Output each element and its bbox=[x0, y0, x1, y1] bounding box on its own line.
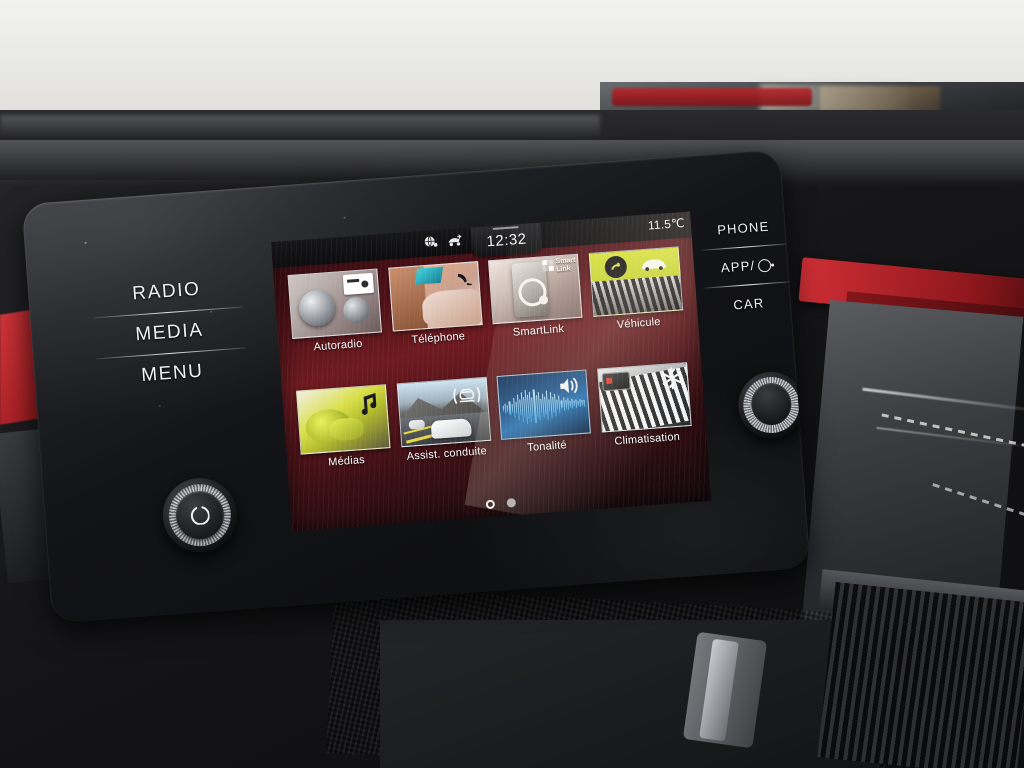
app-voice-button[interactable]: APP/ bbox=[720, 246, 773, 287]
dashboard-highlight-secondary bbox=[0, 115, 600, 139]
smartlink-icon: Smart Link bbox=[542, 257, 576, 274]
tile-climatisation[interactable]: Climatisation bbox=[595, 362, 697, 481]
home-tile-grid: Autoradio Téléphone Smart Link SmartLink… bbox=[281, 242, 701, 503]
center-console bbox=[380, 620, 880, 768]
tile-label: Autoradio bbox=[313, 337, 363, 354]
voice-circle-icon bbox=[757, 258, 772, 273]
tile-vehicule[interactable]: Véhicule bbox=[586, 246, 688, 365]
tile-thumbnail: Smart Link bbox=[488, 253, 583, 325]
car-photo-art bbox=[430, 418, 472, 439]
grille-shadow-art bbox=[591, 275, 682, 316]
screenshot-root: RADIO MEDIA MENU PHONE APP/ CAR 12:32 11… bbox=[0, 0, 1024, 768]
traction-control-icon bbox=[448, 234, 462, 247]
tile-label: Véhicule bbox=[616, 315, 662, 332]
menu-button[interactable]: MENU bbox=[140, 352, 205, 396]
smartlink-badge-line2: Link bbox=[555, 264, 571, 273]
radio-button-label: RADIO bbox=[131, 278, 202, 305]
touchscreen[interactable]: 12:32 11.5℃ Autoradio Téléphone Smart Li… bbox=[271, 211, 712, 532]
smartlink-squares bbox=[542, 259, 555, 272]
car-icon bbox=[641, 259, 666, 271]
app-voice-button-label: APP/ bbox=[720, 257, 756, 276]
tile-thumbnail bbox=[496, 369, 592, 440]
air-vent-right bbox=[817, 582, 1024, 768]
snowflake-icon bbox=[661, 367, 682, 390]
tile-thumbnail bbox=[396, 376, 491, 448]
car-button[interactable]: CAR bbox=[732, 284, 766, 323]
status-icons bbox=[423, 232, 464, 250]
lane-assist-icon bbox=[453, 386, 481, 405]
tile-autoradio[interactable]: Autoradio bbox=[286, 268, 388, 387]
tile-thumbnail bbox=[596, 362, 692, 433]
car-button-label: CAR bbox=[732, 295, 765, 313]
dust-speck bbox=[84, 241, 87, 244]
tile-label: Médias bbox=[327, 453, 366, 469]
media-button-label: MEDIA bbox=[134, 319, 205, 346]
left-hard-keys: RADIO MEDIA MENU bbox=[85, 266, 254, 399]
skoda-arrow-icon bbox=[611, 262, 621, 270]
reflection-red-object bbox=[612, 88, 812, 106]
clock-label: 12:32 bbox=[485, 230, 528, 250]
photo-accent-art bbox=[414, 266, 443, 285]
tile-thumbnail bbox=[388, 261, 483, 332]
music-note-icon bbox=[362, 392, 377, 415]
tile-label: Climatisation bbox=[614, 430, 681, 448]
radio-icon bbox=[342, 272, 375, 295]
headphones-band-art bbox=[329, 416, 365, 442]
menu-button-label: MENU bbox=[140, 360, 205, 387]
instrument-photo-art bbox=[601, 371, 631, 392]
radio-knob-art-secondary bbox=[342, 296, 371, 325]
tile-thumbnail bbox=[588, 246, 683, 317]
phone-button[interactable]: PHONE bbox=[716, 208, 771, 249]
tile-label: Tonalité bbox=[526, 439, 568, 454]
page-dot-active[interactable] bbox=[485, 499, 496, 510]
dust-speck bbox=[158, 404, 161, 407]
photo-hand-art bbox=[420, 288, 482, 329]
power-volume-knob[interactable] bbox=[160, 475, 240, 555]
tile-label: Téléphone bbox=[411, 330, 466, 347]
globe-network-icon bbox=[424, 236, 438, 247]
car-photo-art-far bbox=[408, 419, 425, 430]
tile-label: Assist. conduite bbox=[406, 445, 488, 463]
head-unit: RADIO MEDIA MENU PHONE APP/ CAR 12:32 11… bbox=[21, 148, 811, 624]
page-dot[interactable] bbox=[506, 498, 517, 508]
tile-telephone[interactable]: Téléphone bbox=[386, 261, 488, 380]
radio-knob-art bbox=[298, 288, 337, 328]
tile-smartlink[interactable]: Smart Link SmartLink bbox=[486, 253, 588, 373]
phone-button-label: PHONE bbox=[716, 218, 770, 238]
head-unit-bezel: RADIO MEDIA MENU PHONE APP/ CAR 12:32 11… bbox=[21, 148, 811, 624]
power-icon bbox=[190, 505, 210, 525]
handset-icon bbox=[457, 273, 472, 286]
outside-temperature-label: 11.5℃ bbox=[647, 215, 686, 233]
tile-tonalite[interactable]: Tonalité bbox=[494, 369, 596, 488]
tile-label: SmartLink bbox=[512, 323, 565, 339]
tile-medias[interactable]: Médias bbox=[294, 384, 396, 503]
brand-logo-icon bbox=[603, 255, 628, 279]
tile-assist-conduite[interactable]: Assist. conduite bbox=[394, 376, 496, 496]
tile-thumbnail bbox=[287, 268, 383, 339]
tile-thumbnail bbox=[296, 384, 391, 455]
speaker-icon bbox=[560, 377, 578, 394]
smartlink-badge-text: Smart Link bbox=[555, 257, 576, 273]
radio-button[interactable]: RADIO bbox=[131, 270, 202, 315]
media-button[interactable]: MEDIA bbox=[134, 310, 205, 355]
